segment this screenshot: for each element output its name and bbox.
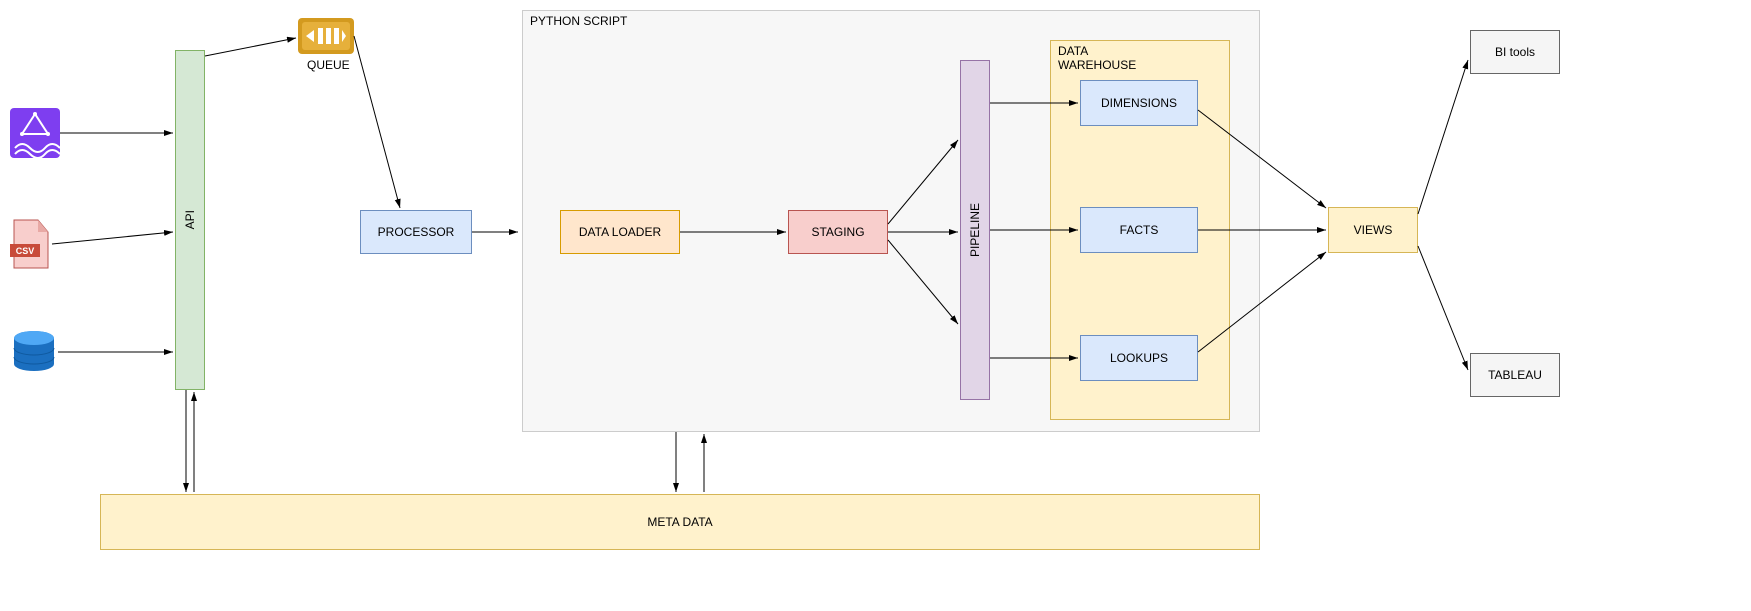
node-api-label: API <box>183 210 197 229</box>
node-pipeline: PIPELINE <box>960 60 990 400</box>
node-views: VIEWS <box>1328 207 1418 253</box>
node-meta-data: META DATA <box>100 494 1260 550</box>
node-dimensions-label: DIMENSIONS <box>1101 96 1177 110</box>
database-icon <box>10 330 58 374</box>
queue-icon <box>298 18 354 54</box>
node-meta-data-label: META DATA <box>647 515 712 529</box>
node-views-label: VIEWS <box>1354 223 1393 237</box>
container-python-script-label: PYTHON SCRIPT <box>530 14 627 28</box>
node-tableau-label: TABLEAU <box>1488 368 1542 382</box>
node-tableau: TABLEAU <box>1470 353 1560 397</box>
node-staging: STAGING <box>788 210 888 254</box>
node-data-loader-label: DATA LOADER <box>579 225 661 239</box>
svg-text:CSV: CSV <box>16 246 35 256</box>
container-data-warehouse-label: DATA WAREHOUSE <box>1058 44 1136 72</box>
csv-file-icon: CSV <box>10 218 52 270</box>
node-staging-label: STAGING <box>811 225 864 239</box>
node-data-loader: DATA LOADER <box>560 210 680 254</box>
node-facts: FACTS <box>1080 207 1198 253</box>
node-lookups: LOOKUPS <box>1080 335 1198 381</box>
node-dimensions: DIMENSIONS <box>1080 80 1198 126</box>
node-facts-label: FACTS <box>1120 223 1159 237</box>
node-processor: PROCESSOR <box>360 210 472 254</box>
node-lookups-label: LOOKUPS <box>1110 351 1168 365</box>
aws-kinesis-icon <box>10 108 60 158</box>
node-bi-tools-label: BI tools <box>1495 45 1535 59</box>
queue-label: QUEUE <box>307 58 350 72</box>
node-api: API <box>175 50 205 390</box>
node-pipeline-label: PIPELINE <box>968 203 982 257</box>
node-processor-label: PROCESSOR <box>378 225 455 239</box>
node-bi-tools: BI tools <box>1470 30 1560 74</box>
